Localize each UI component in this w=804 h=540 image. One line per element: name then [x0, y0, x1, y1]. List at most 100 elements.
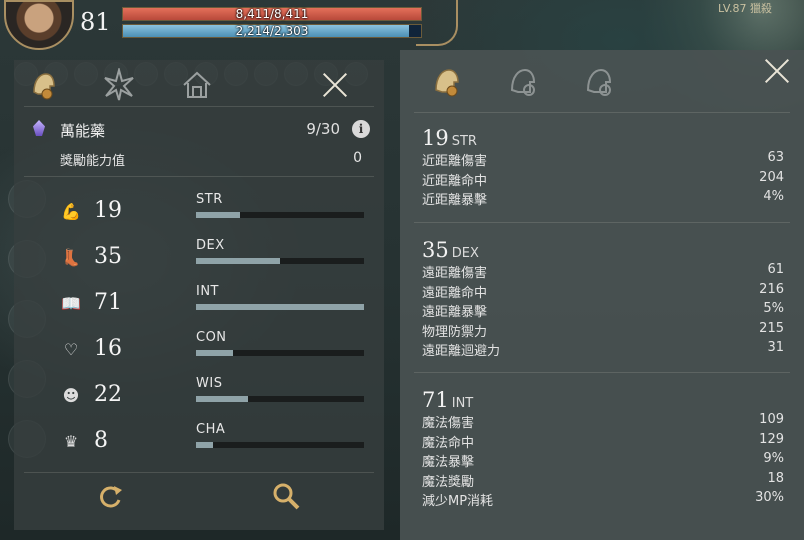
refresh-icon [100, 486, 122, 508]
detail-row: 減少MP消耗 30% [422, 490, 792, 510]
bonus-points-label: 獎勵能力值 [60, 154, 126, 169]
detail-row: 遠距離傷害 61 [422, 262, 792, 282]
detail-label: 魔法獎勵 [422, 474, 475, 490]
mind-icon: ☻ [62, 386, 80, 405]
detail-row: 遠距離命中 216 [422, 282, 792, 302]
reset-stats-button[interactable] [94, 480, 126, 512]
stat-abbr: WIS [196, 376, 223, 391]
crown-icon: ♛ [63, 432, 79, 451]
detail-value: 9% [763, 451, 784, 467]
stat-abbr: CON [196, 330, 227, 345]
info-icon[interactable]: i [352, 120, 370, 138]
stat-progress [196, 304, 364, 310]
stat-progress [196, 442, 364, 448]
detail-row: 遠距離迴避力 31 [422, 340, 792, 360]
magnifier-icon [273, 483, 300, 510]
player-hud: 81 8,411/8,411 2,214/2,303 [0, 0, 460, 52]
detail-label: 遠距離迴避力 [422, 344, 501, 360]
detail-value: 215 [759, 320, 784, 336]
stat-abbr: INT [196, 284, 219, 299]
stats-tabs [14, 60, 384, 106]
detail-row: 魔法命中 129 [422, 432, 792, 452]
detail-row: 近距離傷害 63 [422, 150, 792, 170]
detail-label: 遠距離傷害 [422, 266, 488, 281]
house-icon [183, 71, 211, 98]
detail-label: 近距離傷害 [422, 154, 488, 169]
hud-ornament [416, 0, 458, 46]
dex-section: 35 DEX 遠距離傷害 61 遠距離命中 216 遠距離暴擊 5% 物理防禦力 215 … [422, 238, 792, 360]
stat-progress [196, 258, 364, 264]
close-right-panel-button[interactable] [764, 58, 790, 84]
detail-label: 魔法傷害 [422, 416, 475, 431]
helmet-gear-icon [435, 69, 459, 97]
helmet-outline-icon [586, 68, 612, 96]
stat-progress [196, 350, 364, 356]
stat-value: 19 [94, 198, 122, 223]
close-left-panel-button[interactable] [322, 72, 348, 98]
detail-value: 18 [767, 470, 784, 486]
stat-abbr: STR [196, 192, 223, 207]
tab-detail-combat[interactable] [430, 64, 466, 100]
detail-value: 30% [755, 490, 784, 506]
helmet-plus-icon [510, 68, 536, 96]
mp-text: 2,214/2,303 [235, 24, 309, 38]
stat-abbr: DEX [196, 238, 225, 253]
player-level: 81 [80, 8, 111, 36]
stat-abbr: CHA [196, 422, 226, 437]
detail-row: 魔法獎勵 18 [422, 471, 792, 491]
detail-label: 魔法暴擊 [422, 455, 475, 471]
detail-label: 近距離暴擊 [422, 193, 488, 209]
section-value: 35 [422, 238, 449, 262]
tab-stats-helmet[interactable] [26, 68, 60, 102]
stat-value: 71 [94, 290, 122, 315]
heart-icon: ♡ [63, 340, 79, 359]
star-burst-icon [104, 68, 134, 101]
section-abbr: DEX [451, 246, 479, 261]
stat-value: 35 [94, 244, 122, 269]
detail-row: 近距離命中 204 [422, 170, 792, 190]
detail-row: 物理防禦力 215 [422, 321, 792, 341]
detail-value: 216 [759, 281, 784, 297]
player-portrait[interactable] [4, 0, 74, 50]
potion-count: 9/30 [306, 120, 340, 138]
int-section: 71 INT 魔法傷害 109 魔法命中 129 魔法暴擊 9% 魔法獎勵 18 減少MP… [422, 388, 792, 510]
section-abbr: STR [451, 134, 477, 149]
detail-value: 109 [759, 412, 784, 427]
str-section: 19 STR 近距離傷害 63 近距離命中 204 近距離暴擊 4% [422, 126, 792, 209]
detail-label: 近距離命中 [422, 173, 488, 189]
tab-detail-other[interactable] [582, 64, 618, 100]
helmet-icon [33, 73, 55, 100]
arm-icon: 💪 [61, 202, 81, 221]
tab-buffs[interactable] [102, 68, 136, 102]
mp-bar: 2,214/2,303 [122, 24, 422, 38]
detail-value: 5% [763, 301, 784, 317]
detail-label: 遠距離暴擊 [422, 305, 488, 321]
detail-row: 魔法傷害 109 [422, 412, 792, 432]
stat-value: 16 [94, 336, 122, 361]
detail-row: 魔法暴擊 9% [422, 451, 792, 471]
stat-details-panel: 19 STR 近距離傷害 63 近距離命中 204 近距離暴擊 4% 35 DEX 遠距離… [400, 50, 804, 540]
detail-value: 61 [767, 262, 784, 277]
potion-icon [33, 120, 45, 136]
detail-value: 63 [767, 150, 784, 165]
potion-row: 萬能藥 9/30 i [30, 118, 370, 142]
stat-row-cha[interactable]: ♛ 8 CHA [14, 422, 384, 474]
section-value: 19 [422, 126, 449, 150]
tab-house[interactable] [180, 68, 214, 102]
hp-text: 8,411/8,411 [235, 7, 309, 21]
stat-progress [196, 396, 364, 402]
hp-bar: 8,411/8,411 [122, 7, 422, 21]
section-value: 71 [422, 388, 449, 412]
stat-progress [196, 212, 364, 218]
boot-icon: 👢 [61, 248, 81, 267]
target-level-label: LV.87 獵殺 [718, 2, 773, 15]
book-icon: 📖 [61, 294, 81, 313]
stats-panel: 萬能藥 9/30 i 獎勵能力值 0 💪 19 STR 👢 35 DEX 📖 7… [14, 60, 384, 530]
search-stats-button[interactable] [270, 480, 302, 512]
stat-value: 22 [94, 382, 122, 407]
bonus-points-value: 0 [353, 150, 362, 166]
detail-value: 204 [759, 169, 784, 185]
detail-value: 31 [767, 340, 784, 356]
stat-value: 8 [94, 428, 108, 453]
tab-detail-plus[interactable] [506, 64, 542, 100]
